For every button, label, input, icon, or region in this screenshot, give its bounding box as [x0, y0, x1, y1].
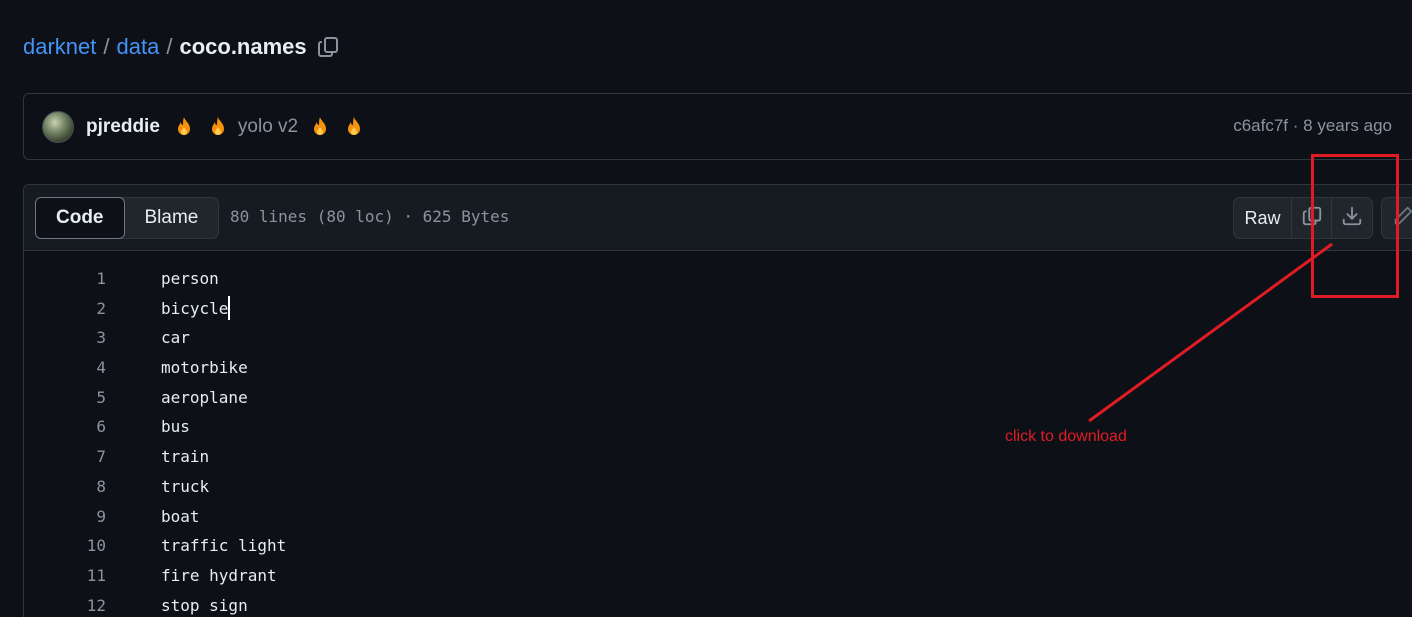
fire-icon: [310, 116, 330, 138]
line-number[interactable]: 4: [46, 353, 106, 383]
code-line: 10 traffic light: [24, 531, 1412, 561]
line-text: boat: [161, 506, 200, 526]
page: darknet / data / coco.names pjreddie yol…: [0, 0, 1412, 617]
raw-button[interactable]: Raw: [1234, 198, 1292, 238]
code-line: 6 bus: [24, 412, 1412, 442]
tab-code[interactable]: Code: [35, 197, 125, 239]
line-text: fire hydrant: [161, 565, 277, 585]
code-line: 1 person: [24, 264, 1412, 294]
commit-meta: c6afc7f · 8 years ago: [1233, 116, 1392, 136]
breadcrumb-separator: /: [166, 34, 173, 59]
commit-age: 8 years ago: [1303, 116, 1392, 135]
line-number[interactable]: 1: [46, 264, 106, 294]
code-line: 12 stop sign: [24, 591, 1412, 617]
line-number[interactable]: 6: [46, 412, 106, 442]
line-text: person: [161, 269, 219, 288]
code-line: 3 car: [24, 323, 1412, 353]
file-info: 80 lines (80 loc) · 625 Bytes: [230, 207, 510, 226]
line-text: bus: [161, 417, 190, 437]
line-number[interactable]: 7: [46, 442, 106, 472]
breadcrumb: darknet / data / coco.names: [23, 30, 341, 64]
line-text: motorbike: [161, 358, 248, 378]
line-text: truck: [161, 476, 210, 496]
line-text: stop sign: [161, 595, 248, 615]
commit-author[interactable]: pjreddie: [86, 116, 160, 138]
copy-path-icon[interactable]: [315, 34, 341, 60]
breadcrumb-separator: /: [103, 34, 110, 59]
breadcrumb-repo-link[interactable]: darknet: [23, 34, 96, 60]
code-line: 5 aeroplane: [24, 383, 1412, 413]
file-viewer: Code Blame 80 lines (80 loc) · 625 Bytes…: [23, 184, 1412, 617]
code-line: 7 train: [24, 442, 1412, 472]
commit-meta-separator: ·: [1292, 116, 1299, 135]
commit-message[interactable]: yolo v2: [238, 116, 298, 138]
line-number[interactable]: 2: [46, 294, 106, 324]
code-view[interactable]: 1 person 2 bicycle 3 car 4 motorbike 5 aeroplane 6…: [24, 264, 1412, 617]
line-text: train: [161, 447, 210, 467]
latest-commit-box: pjreddie yolo v2 c6afc7f · 8 years ago: [23, 93, 1412, 160]
annotation-highlight-box: [1311, 154, 1399, 298]
code-line: 2 bicycle: [24, 294, 1412, 324]
commit-hash-link[interactable]: c6afc7f: [1233, 116, 1288, 135]
avatar[interactable]: [42, 110, 74, 143]
code-line: 4 motorbike: [24, 353, 1412, 383]
tab-blame[interactable]: Blame: [125, 198, 219, 238]
fire-icon: [174, 116, 194, 138]
fire-icon: [344, 116, 364, 138]
line-number[interactable]: 10: [46, 531, 106, 561]
code-line: 9 boat: [24, 502, 1412, 532]
line-number[interactable]: 11: [46, 561, 106, 591]
breadcrumb-folder-link[interactable]: data: [117, 34, 160, 60]
annotation-label: click to download: [1005, 428, 1127, 445]
code-line: 11 fire hydrant: [24, 561, 1412, 591]
file-header: Code Blame 80 lines (80 loc) · 625 Bytes…: [24, 185, 1412, 251]
line-number[interactable]: 8: [46, 472, 106, 502]
line-text: car: [161, 328, 190, 348]
text-caret: [228, 295, 231, 320]
line-number[interactable]: 5: [46, 383, 106, 413]
line-text: traffic light: [161, 536, 287, 556]
fire-icon: [208, 116, 228, 138]
line-number[interactable]: 12: [46, 591, 106, 617]
line-number[interactable]: 3: [46, 323, 106, 353]
breadcrumb-file-name: coco.names: [179, 34, 307, 59]
line-number[interactable]: 9: [46, 502, 106, 532]
line-text: bicycle: [161, 294, 231, 324]
view-mode-toggle: Code Blame: [35, 197, 220, 239]
code-line: 8 truck: [24, 472, 1412, 502]
line-text: aeroplane: [161, 387, 248, 407]
